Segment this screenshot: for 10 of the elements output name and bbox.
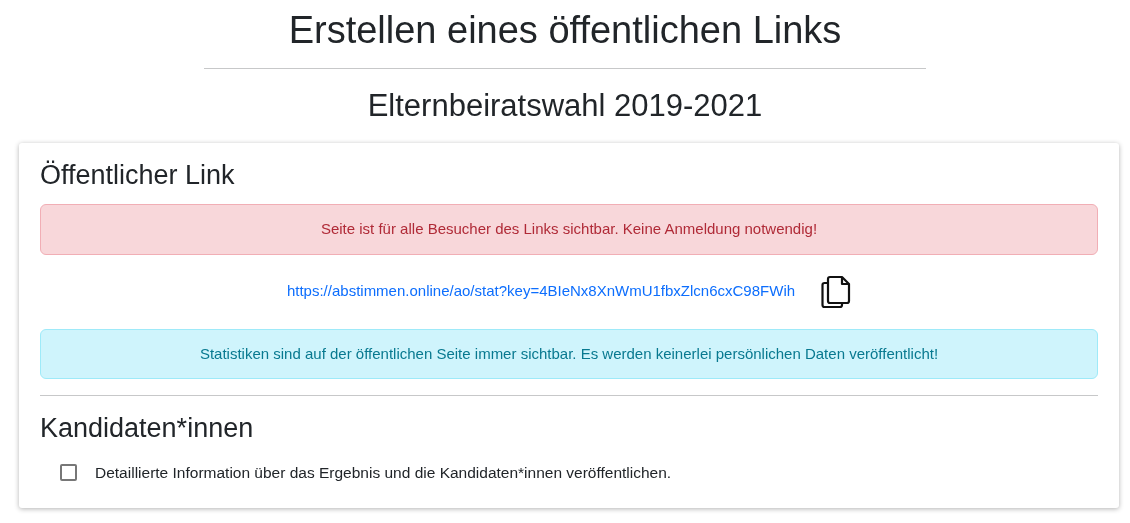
- checkbox[interactable]: [60, 463, 77, 481]
- section-heading: Öffentlicher Link: [40, 158, 236, 192]
- public-link[interactable]: https://abstimmen.online/ao/stat?key=4BIeNx8XnWmU1fbxZlcn6cxC98FWih: [286, 280, 796, 303]
- election-title: Elternbeiratswahl 2019-2021: [366, 86, 764, 124]
- copy-icon[interactable]: [821, 274, 852, 309]
- info-alert: Statistiken sind auf der öffentlichen Seite immer sichtbar. Es werden keinerlei persönlichen Daten veröffentlicht!: [40, 328, 1098, 380]
- page-title: Erstellen eines öffentlichen Links: [287, 8, 843, 53]
- section-heading: Kandidaten*innen: [40, 412, 255, 445]
- warning-alert: Seite ist für alle Besucher des Links sichtbar. Keine Anmeldung notwendig!: [40, 204, 1098, 255]
- checkbox-label: Detaillierte Information über das Ergebnis und die Kandidaten*innen veröffentlichen.: [95, 462, 672, 483]
